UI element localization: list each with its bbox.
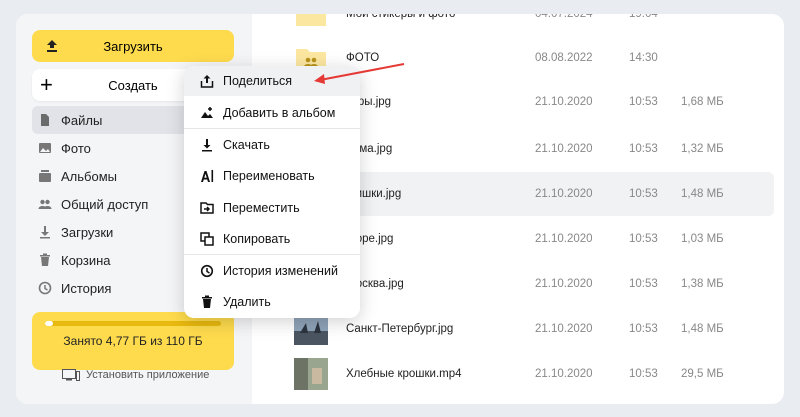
folder-icon <box>296 14 326 26</box>
file-size: 29,5 МБ <box>681 368 724 380</box>
file-row[interactable]: Хлебные крошки.mp4 21.10.2020 10:53 29,5… <box>284 352 774 396</box>
plus-icon: + <box>40 72 53 97</box>
file-time: 14:30 <box>629 52 658 64</box>
menu-item-add-to-album[interactable]: Добавить в альбом <box>184 98 360 128</box>
file-date: 21.10.2020 <box>535 96 593 108</box>
file-date: 08.08.2022 <box>535 52 593 64</box>
albums-icon <box>38 169 52 183</box>
desktop-app-icon <box>62 369 80 381</box>
file-size: 1,48 МБ <box>681 323 724 335</box>
menu-item-label: Удалить <box>223 295 271 309</box>
file-time: 10:53 <box>629 233 658 245</box>
photo-icon <box>38 141 52 155</box>
file-time: 10:53 <box>629 188 658 200</box>
file-time: 10:53 <box>629 278 658 290</box>
file-size: 1,48 МБ <box>681 188 724 200</box>
menu-item-label: Поделиться <box>223 74 293 88</box>
file-date: 21.10.2020 <box>535 233 593 245</box>
file-date: 21.10.2020 <box>535 323 593 335</box>
rename-icon <box>201 170 214 182</box>
file-name: Санкт-Петербург.jpg <box>346 323 454 335</box>
storage-text: Занято 4,77 ГБ из 110 ГБ <box>63 334 203 348</box>
sidebar-item-label: Альбомы <box>61 168 117 184</box>
install-app-link[interactable]: Установить приложение <box>62 369 209 381</box>
menu-item-label: Переименовать <box>223 169 315 183</box>
menu-item-label: Копировать <box>223 232 291 246</box>
file-name: Хлебные крошки.mp4 <box>346 368 462 380</box>
file-date: 04.07.2024 <box>535 14 593 20</box>
menu-separator <box>184 254 360 255</box>
storage-widget[interactable]: Занято 4,77 ГБ из 110 ГБ <box>32 312 234 370</box>
file-date: 21.10.2020 <box>535 278 593 290</box>
upload-button[interactable]: Загрузить <box>32 30 234 62</box>
context-menu: Поделиться Добавить в альбом Скачать Пер… <box>184 66 360 318</box>
file-icon <box>38 113 52 127</box>
file-size: 1,03 МБ <box>681 233 724 245</box>
menu-item-history[interactable]: История изменений <box>184 256 360 286</box>
file-time: 10:53 <box>629 323 658 335</box>
file-date: 21.10.2020 <box>535 368 593 380</box>
menu-item-copy[interactable]: Копировать <box>184 224 360 254</box>
sidebar-item-label: Файлы <box>61 112 103 128</box>
copy-icon <box>200 232 214 246</box>
menu-item-label: История изменений <box>223 264 338 278</box>
history-icon <box>38 281 52 295</box>
trash-icon <box>38 253 52 267</box>
shared-access-icon <box>38 197 52 211</box>
history-icon <box>200 264 214 278</box>
menu-item-label: Скачать <box>223 138 270 152</box>
file-time: 10:53 <box>629 143 658 155</box>
sidebar-item-label: Корзина <box>61 252 111 268</box>
file-size: 1,68 МБ <box>681 96 724 108</box>
install-app-label: Установить приложение <box>86 369 210 381</box>
upload-label: Загрузить <box>103 38 163 54</box>
file-date: 21.10.2020 <box>535 188 593 200</box>
file-size: 1,32 МБ <box>681 143 724 155</box>
menu-item-delete[interactable]: Удалить <box>184 287 360 317</box>
share-icon <box>200 75 214 88</box>
video-thumbnail <box>294 358 328 390</box>
sidebar-item-label: История <box>61 280 112 296</box>
sidebar-item-label: Общий доступ <box>61 196 149 212</box>
file-time: 19:04 <box>629 14 658 20</box>
storage-progress-bar <box>45 321 221 326</box>
create-label: Создать <box>108 77 158 93</box>
menu-item-move[interactable]: Переместить <box>184 193 360 223</box>
menu-item-label: Добавить в альбом <box>223 106 336 120</box>
file-time: 10:53 <box>629 368 658 380</box>
sidebar-item-label: Фото <box>61 140 91 156</box>
move-icon <box>200 202 214 214</box>
file-size: 1,38 МБ <box>681 278 724 290</box>
file-name: Мои стикеры и фото <box>346 14 456 20</box>
menu-item-rename[interactable]: Переименовать <box>184 161 360 191</box>
menu-separator <box>184 128 360 129</box>
annotation-arrow <box>314 63 405 84</box>
file-row[interactable]: Мои стикеры и фото 04.07.2024 19:04 <box>284 14 774 36</box>
download-icon <box>202 139 212 152</box>
delete-icon <box>202 295 212 308</box>
file-time: 10:53 <box>629 96 658 108</box>
sidebar-item-label: Загрузки <box>61 224 114 240</box>
storage-progress-fill <box>45 321 53 326</box>
upload-icon <box>47 40 57 52</box>
menu-item-label: Переместить <box>223 201 300 215</box>
file-date: 21.10.2020 <box>535 143 593 155</box>
add-to-album-icon <box>201 107 213 118</box>
downloads-icon <box>38 225 52 239</box>
menu-item-download[interactable]: Скачать <box>184 130 360 160</box>
